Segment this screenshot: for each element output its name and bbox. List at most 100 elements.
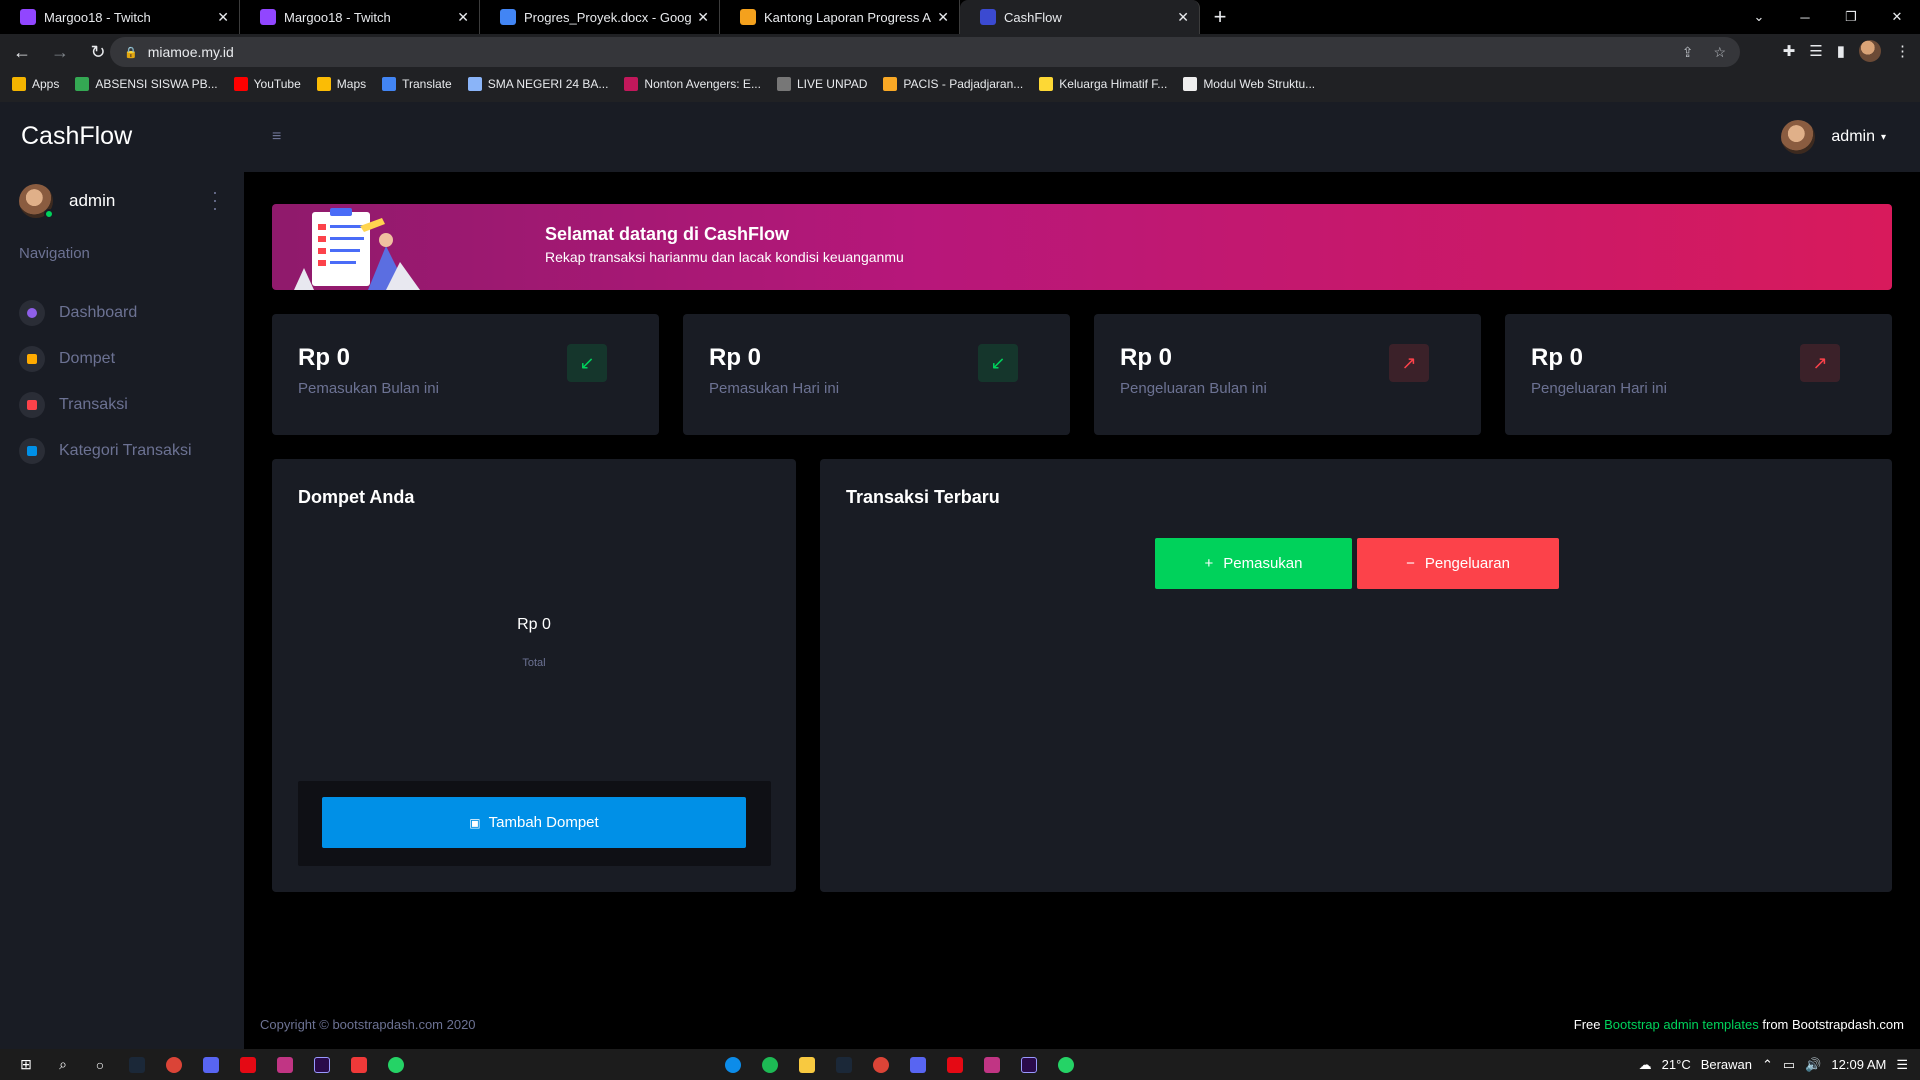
pacis-icon (883, 77, 898, 91)
notification-icon[interactable]: ☰ (1896, 1057, 1908, 1073)
apps-icon (12, 77, 26, 91)
bookmark-item[interactable]: PACIS - Padjadjaran... (883, 77, 1023, 91)
bookmark-item[interactable]: Nonton Avengers: E... (624, 77, 761, 91)
close-tab-icon[interactable]: ✕ (697, 9, 709, 26)
chevron-up-icon[interactable]: ⌃ (1762, 1057, 1773, 1073)
steam-icon[interactable] (126, 1054, 148, 1076)
volume-icon[interactable]: 🔊 (1805, 1057, 1821, 1073)
hamburger-menu-icon[interactable]: ≡ (272, 128, 281, 146)
add-wallet-button[interactable]: ▣ Tambah Dompet (322, 797, 746, 848)
close-tab-icon[interactable]: ✕ (1177, 9, 1189, 26)
bookmark-item[interactable]: ABSENSI SISWA PB... (75, 77, 218, 91)
minimize-button[interactable]: ─ (1782, 0, 1828, 34)
online-status-dot (44, 209, 54, 219)
bookmark-item[interactable]: SMA NEGERI 24 BA... (467, 77, 608, 91)
add-expense-button[interactable]: − Pengeluaran (1357, 538, 1559, 589)
netflix-icon[interactable] (944, 1054, 966, 1076)
discord-icon[interactable] (907, 1054, 929, 1076)
close-tab-icon[interactable]: ✕ (217, 9, 229, 26)
school-icon (467, 77, 482, 91)
premiere-icon[interactable] (1018, 1054, 1040, 1076)
navigation-label: Navigation (19, 245, 90, 262)
clock[interactable]: 12:09 AM (1831, 1057, 1886, 1072)
bookmark-item[interactable]: Apps (12, 77, 59, 91)
close-tab-icon[interactable]: ✕ (457, 9, 469, 26)
back-button[interactable]: ← (6, 36, 38, 68)
cortana-icon[interactable]: ○ (89, 1054, 111, 1076)
whatsapp-icon[interactable] (1055, 1054, 1077, 1076)
browser-tab[interactable]: Margoo18 - Twitch ✕ (0, 0, 240, 34)
wallet-total-value: Rp 0 (517, 616, 551, 633)
arrow-bottom-left-icon: ↙ (567, 344, 607, 382)
bookmark-item[interactable]: Maps (316, 77, 366, 91)
menu-icon[interactable]: ⋮ (1895, 42, 1910, 60)
browser-tab-active[interactable]: CashFlow ✕ (960, 0, 1200, 34)
profile-avatar[interactable] (1859, 40, 1881, 62)
sidebar: CashFlow admin · · · Navigation Dashboard … (0, 102, 244, 1049)
sidebar-item-dashboard[interactable]: Dashboard (19, 290, 192, 336)
network-icon[interactable]: ▭ (1783, 1057, 1795, 1073)
brand-logo[interactable]: CashFlow (21, 122, 132, 151)
system-tray: ☁ 21°C Berawan ⌃ ▭ 🔊 12:09 AM ☰ (1639, 1049, 1908, 1080)
whatsapp-icon[interactable] (385, 1054, 407, 1076)
weather-cloud-icon[interactable]: ☁ (1639, 1057, 1652, 1073)
banner-title: Selamat datang di CashFlow (545, 224, 790, 244)
bookmarks-bar: Apps ABSENSI SISWA PB... YouTube Maps Tr… (0, 70, 1920, 98)
movie-site-icon (624, 77, 639, 91)
stat-label: Pengeluaran Bulan ini (1120, 380, 1267, 397)
profile-dropdown[interactable]: admin ▾ (1781, 120, 1886, 154)
instagram-icon[interactable] (274, 1054, 296, 1076)
file-explorer-icon[interactable] (796, 1054, 818, 1076)
edge-icon[interactable] (722, 1054, 744, 1076)
plus-icon: + (1204, 555, 1214, 572)
browser-tab[interactable]: Margoo18 - Twitch ✕ (240, 0, 480, 34)
stat-value: Rp 0 (298, 344, 351, 371)
chrome-icon[interactable] (870, 1054, 892, 1076)
browser-tab[interactable]: Kantong Laporan Progress Aplikasi✕ (720, 0, 960, 34)
cashflow-app: CashFlow admin · · · Navigation Dashboard … (0, 102, 1920, 1049)
add-income-button[interactable]: + Pemasukan (1155, 538, 1352, 589)
side-panel-icon[interactable]: ▮ (1837, 42, 1845, 60)
lock-icon[interactable]: 🔒 (124, 46, 138, 59)
bookmark-item[interactable]: Modul Web Struktu... (1183, 77, 1315, 91)
forward-button[interactable]: → (44, 36, 76, 68)
more-options-icon[interactable]: · · · (212, 183, 218, 217)
reading-list-icon[interactable]: ☰ (1809, 42, 1822, 60)
discord-icon[interactable] (200, 1054, 222, 1076)
premiere-icon[interactable] (311, 1054, 333, 1076)
address-bar[interactable]: 🔒 miamoe.my.id ⇪ ☆ (110, 37, 1740, 67)
caret-down-icon: ▾ (1880, 131, 1886, 143)
bookmark-item[interactable]: LIVE UNPAD (776, 77, 867, 91)
windows-start-icon[interactable]: ⊞ (15, 1054, 37, 1076)
bookmark-item[interactable]: Keluarga Himatif F... (1039, 77, 1167, 91)
browser-tab[interactable]: Progres_Proyek.docx - Google Do✕ (480, 0, 720, 34)
bookmark-item[interactable]: YouTube (233, 77, 301, 91)
steam-icon[interactable] (833, 1054, 855, 1076)
stat-label: Pengeluaran Hari ini (1531, 380, 1667, 397)
page-footer: Copyright © bootstrapdash.com 2020 Free … (244, 1003, 1920, 1049)
chrome-icon[interactable] (163, 1054, 185, 1076)
sidebar-item-transaksi[interactable]: Transaksi (19, 382, 192, 428)
transactions-card-title: Transaksi Terbaru (846, 487, 1000, 507)
vivaldi-icon[interactable] (348, 1054, 370, 1076)
footer-link[interactable]: Bootstrap admin templates (1604, 1017, 1759, 1032)
netflix-icon[interactable] (237, 1054, 259, 1076)
weather-desc[interactable]: Berawan (1701, 1057, 1752, 1072)
close-window-button[interactable]: ✕ (1874, 0, 1920, 34)
translate-icon (382, 77, 397, 91)
bookmark-item[interactable]: Translate (382, 77, 452, 91)
share-icon[interactable]: ⇪ (1682, 44, 1694, 61)
restore-button[interactable]: ❐ (1828, 0, 1874, 34)
new-tab-button[interactable]: + (1200, 0, 1240, 34)
tab-search-icon[interactable]: ⌄ (1736, 0, 1782, 34)
close-tab-icon[interactable]: ✕ (937, 9, 949, 26)
instagram-icon[interactable] (981, 1054, 1003, 1076)
weather-temp[interactable]: 21°C (1662, 1057, 1691, 1072)
sidebar-item-dompet[interactable]: Dompet (19, 336, 192, 382)
window-controls: ⌄ ─ ❐ ✕ (1736, 0, 1920, 34)
bookmark-star-icon[interactable]: ☆ (1713, 44, 1726, 61)
extensions-icon[interactable]: ✚ (1783, 42, 1796, 60)
sidebar-item-kategori[interactable]: Kategori Transaksi (19, 428, 192, 474)
spotify-icon[interactable] (759, 1054, 781, 1076)
search-icon[interactable]: ⌕ (52, 1054, 74, 1076)
